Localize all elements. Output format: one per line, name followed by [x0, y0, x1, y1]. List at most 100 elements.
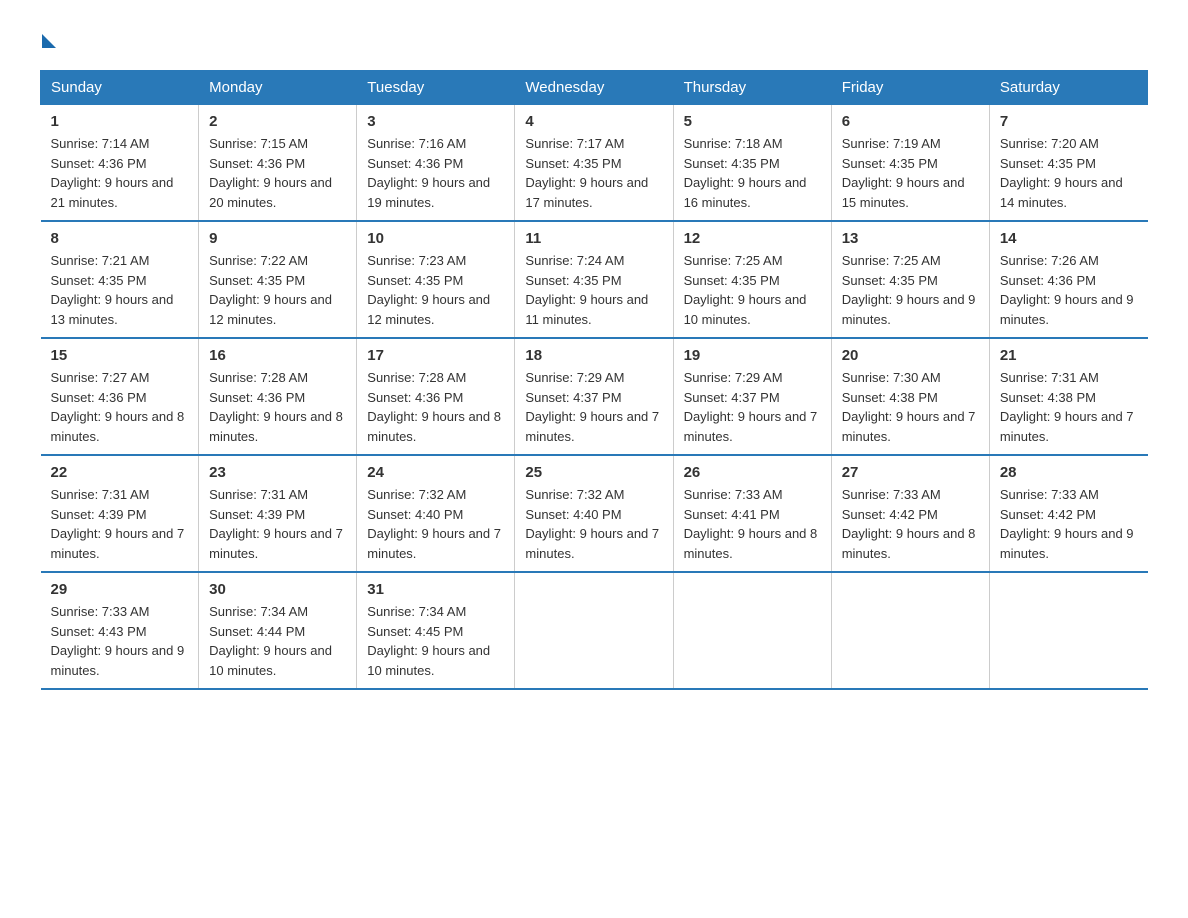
calendar-body: 1 Sunrise: 7:14 AMSunset: 4:36 PMDayligh…	[41, 105, 1148, 690]
day-info: Sunrise: 7:29 AMSunset: 4:37 PMDaylight:…	[525, 370, 659, 444]
header-sunday: Sunday	[41, 71, 199, 105]
day-number: 11	[525, 230, 662, 247]
week-row-3: 15 Sunrise: 7:27 AMSunset: 4:36 PMDaylig…	[41, 338, 1148, 455]
header-tuesday: Tuesday	[357, 71, 515, 105]
calendar-cell	[673, 572, 831, 689]
calendar-cell	[515, 572, 673, 689]
calendar-header: SundayMondayTuesdayWednesdayThursdayFrid…	[41, 71, 1148, 105]
day-info: Sunrise: 7:34 AMSunset: 4:45 PMDaylight:…	[367, 604, 490, 678]
day-info: Sunrise: 7:25 AMSunset: 4:35 PMDaylight:…	[842, 253, 976, 327]
day-number: 25	[525, 464, 662, 481]
day-number: 18	[525, 347, 662, 364]
calendar-cell: 21 Sunrise: 7:31 AMSunset: 4:38 PMDaylig…	[989, 338, 1147, 455]
calendar-cell: 5 Sunrise: 7:18 AMSunset: 4:35 PMDayligh…	[673, 105, 831, 222]
calendar-cell: 11 Sunrise: 7:24 AMSunset: 4:35 PMDaylig…	[515, 221, 673, 338]
calendar-cell: 15 Sunrise: 7:27 AMSunset: 4:36 PMDaylig…	[41, 338, 199, 455]
day-number: 12	[684, 230, 821, 247]
calendar-cell: 4 Sunrise: 7:17 AMSunset: 4:35 PMDayligh…	[515, 105, 673, 222]
calendar-cell: 12 Sunrise: 7:25 AMSunset: 4:35 PMDaylig…	[673, 221, 831, 338]
day-number: 15	[51, 347, 189, 364]
header-wednesday: Wednesday	[515, 71, 673, 105]
day-info: Sunrise: 7:16 AMSunset: 4:36 PMDaylight:…	[367, 136, 490, 210]
calendar-cell: 29 Sunrise: 7:33 AMSunset: 4:43 PMDaylig…	[41, 572, 199, 689]
calendar-cell: 8 Sunrise: 7:21 AMSunset: 4:35 PMDayligh…	[41, 221, 199, 338]
day-number: 4	[525, 113, 662, 130]
day-number: 28	[1000, 464, 1138, 481]
day-info: Sunrise: 7:31 AMSunset: 4:38 PMDaylight:…	[1000, 370, 1134, 444]
day-info: Sunrise: 7:22 AMSunset: 4:35 PMDaylight:…	[209, 253, 332, 327]
day-number: 20	[842, 347, 979, 364]
calendar-cell: 9 Sunrise: 7:22 AMSunset: 4:35 PMDayligh…	[199, 221, 357, 338]
calendar-cell: 1 Sunrise: 7:14 AMSunset: 4:36 PMDayligh…	[41, 105, 199, 222]
day-info: Sunrise: 7:28 AMSunset: 4:36 PMDaylight:…	[209, 370, 343, 444]
calendar-cell: 25 Sunrise: 7:32 AMSunset: 4:40 PMDaylig…	[515, 455, 673, 572]
day-info: Sunrise: 7:15 AMSunset: 4:36 PMDaylight:…	[209, 136, 332, 210]
week-row-5: 29 Sunrise: 7:33 AMSunset: 4:43 PMDaylig…	[41, 572, 1148, 689]
day-number: 16	[209, 347, 346, 364]
day-info: Sunrise: 7:25 AMSunset: 4:35 PMDaylight:…	[684, 253, 807, 327]
day-number: 26	[684, 464, 821, 481]
day-number: 13	[842, 230, 979, 247]
calendar-cell: 22 Sunrise: 7:31 AMSunset: 4:39 PMDaylig…	[41, 455, 199, 572]
day-info: Sunrise: 7:18 AMSunset: 4:35 PMDaylight:…	[684, 136, 807, 210]
day-number: 29	[51, 581, 189, 598]
weekday-row: SundayMondayTuesdayWednesdayThursdayFrid…	[41, 71, 1148, 105]
day-info: Sunrise: 7:32 AMSunset: 4:40 PMDaylight:…	[367, 487, 501, 561]
day-info: Sunrise: 7:24 AMSunset: 4:35 PMDaylight:…	[525, 253, 648, 327]
day-info: Sunrise: 7:28 AMSunset: 4:36 PMDaylight:…	[367, 370, 501, 444]
page-header	[40, 30, 1148, 50]
day-info: Sunrise: 7:23 AMSunset: 4:35 PMDaylight:…	[367, 253, 490, 327]
day-number: 23	[209, 464, 346, 481]
day-number: 21	[1000, 347, 1138, 364]
day-info: Sunrise: 7:30 AMSunset: 4:38 PMDaylight:…	[842, 370, 976, 444]
day-number: 2	[209, 113, 346, 130]
day-info: Sunrise: 7:31 AMSunset: 4:39 PMDaylight:…	[209, 487, 343, 561]
calendar-table: SundayMondayTuesdayWednesdayThursdayFrid…	[40, 70, 1148, 690]
day-number: 10	[367, 230, 504, 247]
calendar-cell: 14 Sunrise: 7:26 AMSunset: 4:36 PMDaylig…	[989, 221, 1147, 338]
day-info: Sunrise: 7:27 AMSunset: 4:36 PMDaylight:…	[51, 370, 185, 444]
day-info: Sunrise: 7:19 AMSunset: 4:35 PMDaylight:…	[842, 136, 965, 210]
day-info: Sunrise: 7:17 AMSunset: 4:35 PMDaylight:…	[525, 136, 648, 210]
calendar-cell: 6 Sunrise: 7:19 AMSunset: 4:35 PMDayligh…	[831, 105, 989, 222]
week-row-1: 1 Sunrise: 7:14 AMSunset: 4:36 PMDayligh…	[41, 105, 1148, 222]
day-info: Sunrise: 7:33 AMSunset: 4:41 PMDaylight:…	[684, 487, 818, 561]
day-number: 8	[51, 230, 189, 247]
header-monday: Monday	[199, 71, 357, 105]
day-info: Sunrise: 7:20 AMSunset: 4:35 PMDaylight:…	[1000, 136, 1123, 210]
day-info: Sunrise: 7:29 AMSunset: 4:37 PMDaylight:…	[684, 370, 818, 444]
day-number: 17	[367, 347, 504, 364]
calendar-cell: 23 Sunrise: 7:31 AMSunset: 4:39 PMDaylig…	[199, 455, 357, 572]
day-info: Sunrise: 7:33 AMSunset: 4:43 PMDaylight:…	[51, 604, 185, 678]
calendar-cell: 28 Sunrise: 7:33 AMSunset: 4:42 PMDaylig…	[989, 455, 1147, 572]
week-row-4: 22 Sunrise: 7:31 AMSunset: 4:39 PMDaylig…	[41, 455, 1148, 572]
calendar-cell: 17 Sunrise: 7:28 AMSunset: 4:36 PMDaylig…	[357, 338, 515, 455]
day-number: 9	[209, 230, 346, 247]
calendar-cell: 2 Sunrise: 7:15 AMSunset: 4:36 PMDayligh…	[199, 105, 357, 222]
day-info: Sunrise: 7:34 AMSunset: 4:44 PMDaylight:…	[209, 604, 332, 678]
calendar-cell: 20 Sunrise: 7:30 AMSunset: 4:38 PMDaylig…	[831, 338, 989, 455]
day-number: 5	[684, 113, 821, 130]
calendar-cell: 10 Sunrise: 7:23 AMSunset: 4:35 PMDaylig…	[357, 221, 515, 338]
day-number: 22	[51, 464, 189, 481]
day-info: Sunrise: 7:26 AMSunset: 4:36 PMDaylight:…	[1000, 253, 1134, 327]
calendar-cell: 24 Sunrise: 7:32 AMSunset: 4:40 PMDaylig…	[357, 455, 515, 572]
header-thursday: Thursday	[673, 71, 831, 105]
day-info: Sunrise: 7:21 AMSunset: 4:35 PMDaylight:…	[51, 253, 174, 327]
calendar-cell: 3 Sunrise: 7:16 AMSunset: 4:36 PMDayligh…	[357, 105, 515, 222]
day-number: 31	[367, 581, 504, 598]
calendar-cell: 13 Sunrise: 7:25 AMSunset: 4:35 PMDaylig…	[831, 221, 989, 338]
calendar-cell: 27 Sunrise: 7:33 AMSunset: 4:42 PMDaylig…	[831, 455, 989, 572]
calendar-cell	[831, 572, 989, 689]
day-info: Sunrise: 7:33 AMSunset: 4:42 PMDaylight:…	[1000, 487, 1134, 561]
calendar-cell: 26 Sunrise: 7:33 AMSunset: 4:41 PMDaylig…	[673, 455, 831, 572]
calendar-cell: 7 Sunrise: 7:20 AMSunset: 4:35 PMDayligh…	[989, 105, 1147, 222]
calendar-cell: 16 Sunrise: 7:28 AMSunset: 4:36 PMDaylig…	[199, 338, 357, 455]
day-number: 6	[842, 113, 979, 130]
header-saturday: Saturday	[989, 71, 1147, 105]
day-number: 30	[209, 581, 346, 598]
day-number: 1	[51, 113, 189, 130]
day-number: 27	[842, 464, 979, 481]
calendar-cell: 18 Sunrise: 7:29 AMSunset: 4:37 PMDaylig…	[515, 338, 673, 455]
day-number: 14	[1000, 230, 1138, 247]
